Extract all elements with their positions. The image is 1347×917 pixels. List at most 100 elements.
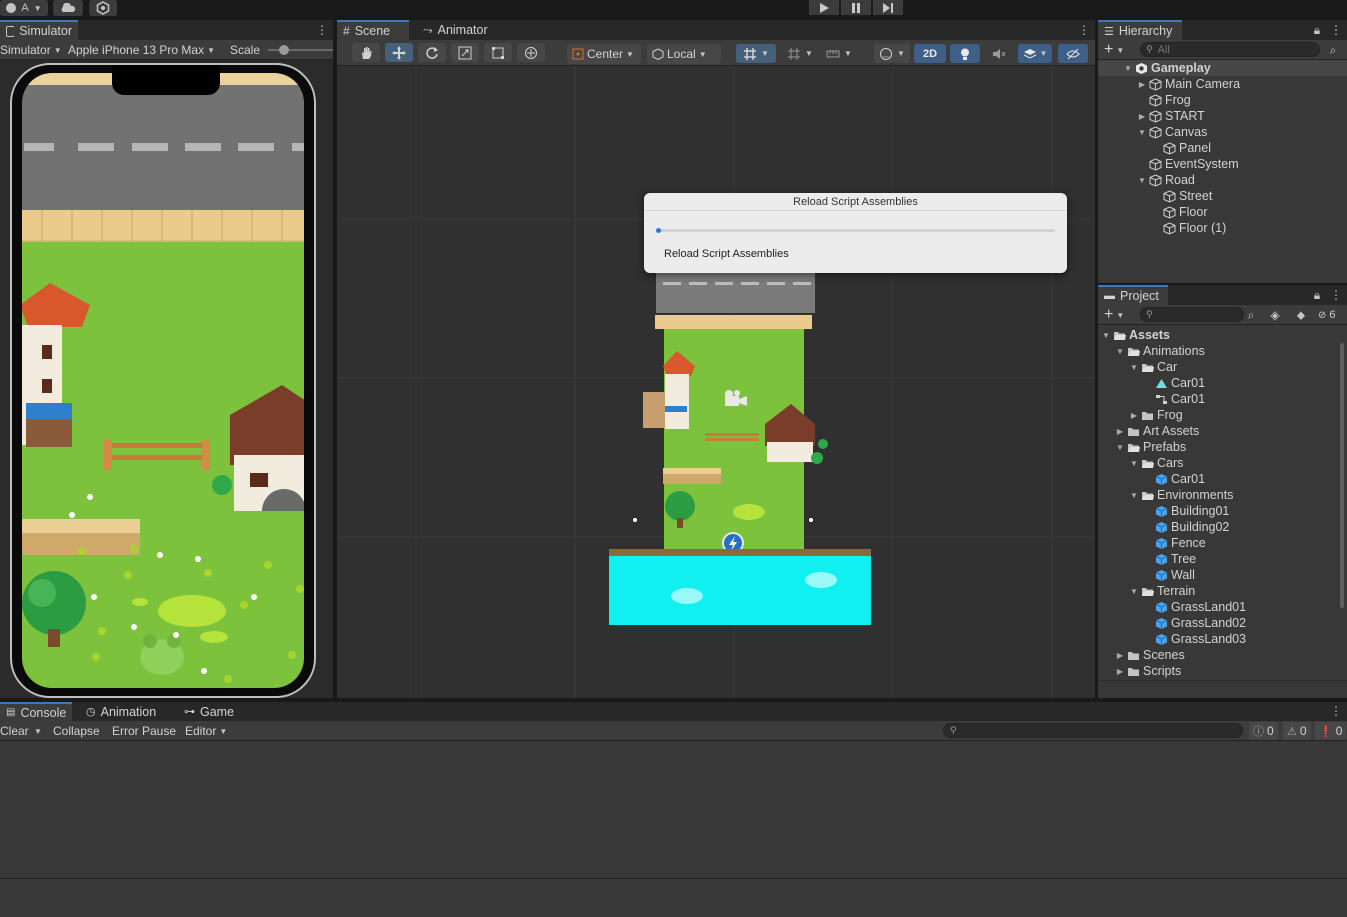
project-item[interactable]: ▶ Scripts [1098,663,1337,679]
project-item[interactable]: ▼ Car [1098,359,1337,375]
project-menu-icon[interactable]: ⋮ [1330,288,1342,302]
hierarchy-item[interactable]: ▶ Main Camera [1098,76,1347,92]
expand-closed-icon[interactable]: ▶ [1136,112,1148,121]
expand-open-icon[interactable]: ▼ [1100,331,1112,340]
project-item[interactable]: ▶ Scenes [1098,647,1337,663]
step-button[interactable] [873,0,903,15]
transform-tool-button[interactable] [517,43,545,62]
draw-mode-button[interactable]: ▼ [874,44,910,63]
project-item[interactable]: Car01 [1098,471,1337,487]
expand-open-icon[interactable]: ▼ [1128,459,1140,468]
hierarchy-item[interactable]: ▼ Gameplay [1098,60,1347,76]
create-dropdown[interactable]: + ▼ [1104,41,1124,59]
tab-animator[interactable]: ⤳ Animator [417,20,497,40]
hierarchy-item[interactable]: Street [1098,188,1347,204]
space-mode-select[interactable]: Local ▼ [647,44,721,64]
project-item[interactable]: Wall [1098,567,1337,583]
expand-open-icon[interactable]: ▼ [1128,587,1140,596]
expand-open-icon[interactable]: ▼ [1114,443,1126,452]
tab-scene[interactable]: # Scene [337,20,409,40]
expand-closed-icon[interactable]: ▶ [1114,427,1126,436]
mode-2d-toggle[interactable]: 2D [914,44,946,63]
collab-button[interactable] [89,0,117,16]
project-item[interactable]: ▼ Environments [1098,487,1337,503]
project-search[interactable]: ⚲ [1140,307,1244,322]
scene-menu-icon[interactable]: ⋮ [1078,23,1090,37]
rotate-tool-button[interactable] [418,43,446,62]
hierarchy-menu-icon[interactable]: ⋮ [1330,23,1342,37]
play-button[interactable] [809,0,839,15]
project-item[interactable]: ▼ Prefabs [1098,439,1337,455]
scale-tool-button[interactable] [451,43,479,62]
tab-game[interactable]: ⊶ Game [178,702,242,721]
editor-target-dropdown[interactable]: Editor ▼ [185,722,227,740]
lighting-toggle[interactable] [950,44,980,63]
expand-open-icon[interactable]: ▼ [1136,176,1148,185]
hierarchy-item[interactable]: ▼ Road [1098,172,1347,188]
console-detail-area[interactable] [0,879,1347,917]
game-view[interactable] [12,65,314,696]
expand-open-icon[interactable]: ▼ [1114,347,1126,356]
hierarchy-item[interactable]: Floor (1) [1098,220,1347,236]
project-item[interactable]: Tree [1098,551,1337,567]
log-filter-toggle[interactable]: ⓘ 0 [1249,722,1278,740]
project-item[interactable]: ▶ Art Assets [1098,423,1337,439]
hidden-packages-toggle[interactable]: ⊘ 6 [1318,306,1336,324]
project-item[interactable]: Building02 [1098,519,1337,535]
lock-icon[interactable]: 🔒︎ [1312,288,1322,302]
hierarchy-search-input[interactable] [1157,43,1298,56]
search-by-type-icon[interactable]: ⌕ [1246,308,1256,322]
expand-closed-icon[interactable]: ▶ [1128,411,1140,420]
project-item[interactable]: Fence [1098,535,1337,551]
label-tag-icon[interactable]: ⬥ [1296,308,1306,322]
project-item[interactable]: GrassLand01 [1098,599,1337,615]
increment-snap-button[interactable]: ▼ [821,44,857,63]
console-search[interactable]: ⚲ [943,723,1243,738]
tab-animation[interactable]: ◷ Animation [80,702,166,721]
rect-tool-button[interactable] [484,43,512,62]
hierarchy-item[interactable]: Panel [1098,140,1347,156]
expand-open-icon[interactable]: ▼ [1136,128,1148,137]
scale-slider-handle[interactable] [279,45,289,55]
project-item[interactable]: Building01 [1098,503,1337,519]
project-item[interactable]: ▶ Frog [1098,407,1337,423]
device-select[interactable]: Apple iPhone 13 Pro Max ▼ [68,41,215,59]
warning-filter-toggle[interactable]: ⚠ 0 [1283,722,1311,740]
tab-console[interactable]: ▤ Console [0,702,72,721]
hierarchy-item[interactable]: EventSystem [1098,156,1347,172]
simulator-mode-select[interactable]: Simulator ▼ [0,41,62,59]
visibility-toggle[interactable] [1058,44,1088,63]
grid-visibility-button[interactable]: ▼ [782,44,818,63]
expand-open-icon[interactable]: ▼ [1122,64,1134,73]
scene-search-icon[interactable]: ⌕ [1328,43,1338,57]
pivot-mode-select[interactable]: Center ▼ [567,44,641,64]
tab-project[interactable]: ▬ Project [1098,285,1168,305]
project-item[interactable]: ▼ Cars [1098,455,1337,471]
project-item[interactable]: ▼ Terrain [1098,583,1337,599]
cloud-button[interactable] [53,0,83,16]
expand-closed-icon[interactable]: ▶ [1136,80,1148,89]
scene-viewport[interactable] [337,66,1095,698]
project-item[interactable]: GrassLand03 [1098,631,1337,647]
lock-icon[interactable]: 🔒︎ [1312,23,1322,37]
expand-open-icon[interactable]: ▼ [1128,491,1140,500]
clear-options-dropdown[interactable]: ▼ [34,722,42,740]
error-pause-toggle[interactable]: Error Pause [112,722,176,740]
hierarchy-item[interactable]: Floor [1098,204,1347,220]
hierarchy-search[interactable]: ⚲ [1140,42,1320,57]
audio-toggle[interactable] [984,44,1014,63]
project-item[interactable]: ▼ Assets [1098,327,1337,343]
error-filter-toggle[interactable]: ❗ 0 [1315,722,1347,740]
project-scrollbar[interactable] [1338,327,1346,680]
collapse-toggle[interactable]: Collapse [53,722,100,740]
hand-tool-button[interactable] [352,43,380,62]
project-item[interactable]: ▼ Animations [1098,343,1337,359]
project-item[interactable]: GrassLand02 [1098,615,1337,631]
hierarchy-item[interactable]: ▼ Canvas [1098,124,1347,140]
scrollbar-thumb[interactable] [1340,343,1344,608]
console-menu-icon[interactable]: ⋮ [1330,704,1342,718]
project-item[interactable]: Car01 [1098,375,1337,391]
expand-open-icon[interactable]: ▼ [1128,363,1140,372]
expand-closed-icon[interactable]: ▶ [1114,667,1126,676]
tab-simulator[interactable]: Simulator [0,20,78,40]
